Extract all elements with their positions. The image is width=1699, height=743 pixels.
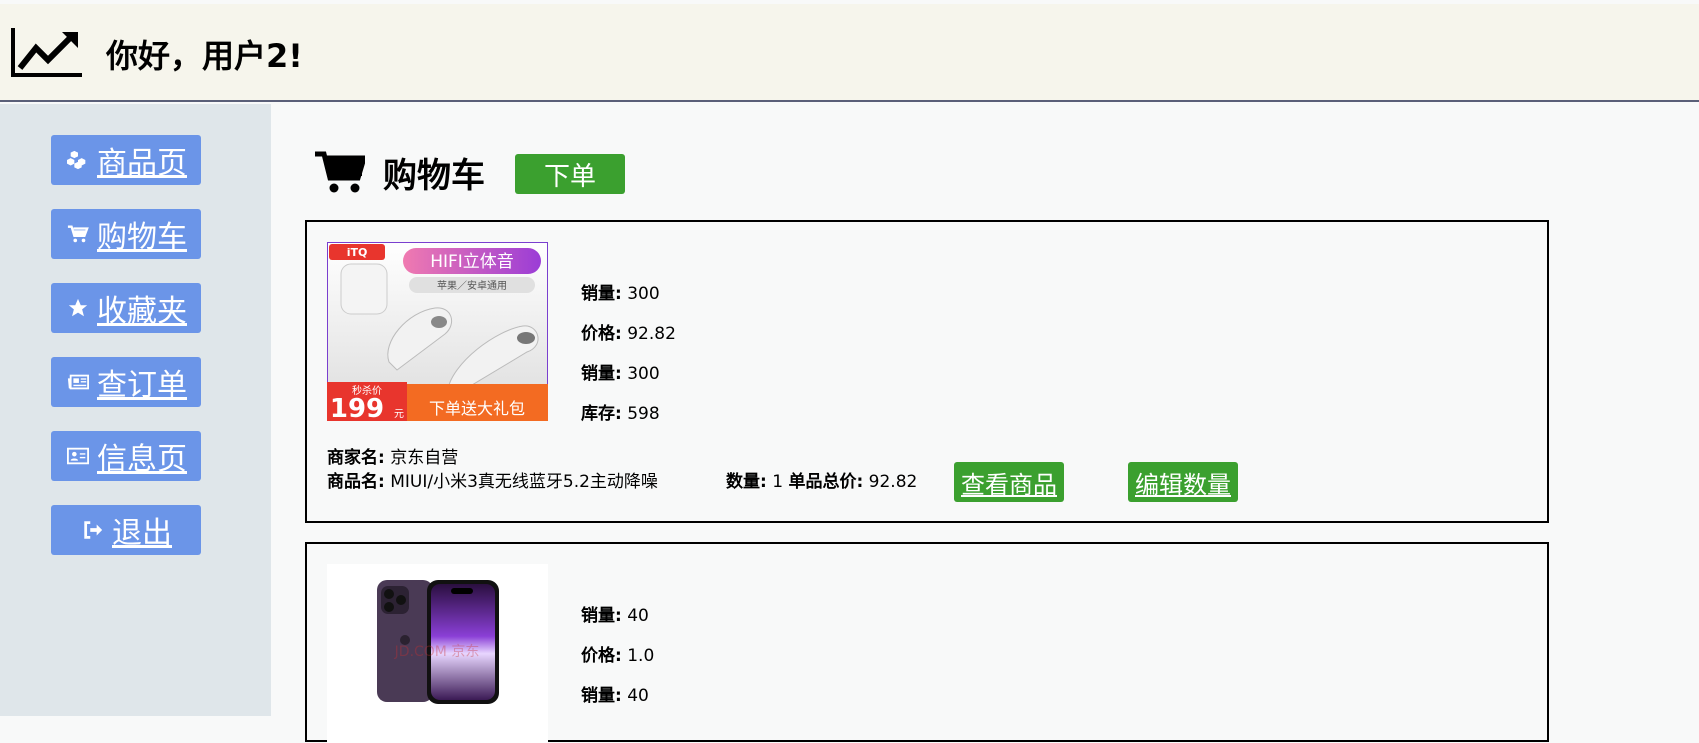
cart-item-card: iTQ HIFI立体音 苹果／安卓通用 秒杀价 199 元 下单送大礼包 销量:…	[305, 220, 1549, 523]
sales-row: 销量: 300	[581, 284, 660, 304]
top-header: 你好，用户2!	[0, 4, 1699, 102]
product-image[interactable]: iTQ HIFI立体音 苹果／安卓通用 秒杀价 199 元 下单送大礼包	[327, 242, 548, 421]
sales-row: 销量: 40	[581, 606, 649, 626]
sidebar-item-label: 购物车	[97, 220, 187, 255]
product-name-value: MIUI/小米3真无线蓝牙5.2主动降噪	[390, 472, 658, 492]
sidebar-item-logout[interactable]: 退出	[51, 505, 201, 555]
sidebar-item-orders[interactable]: 查订单	[51, 357, 201, 407]
cart-item-card: JD.COM 京东 销量: 40 价格: 1.0 销量: 40	[305, 542, 1549, 743]
quantity-value: 1	[772, 472, 784, 492]
trend-chart-icon	[11, 28, 82, 77]
sidebar-item-label: 退出	[112, 516, 172, 551]
place-order-button[interactable]: 下单	[515, 154, 625, 194]
cubes-icon	[65, 147, 91, 173]
image-sub-text: 苹果／安卓通用	[437, 279, 507, 292]
price-row: 价格: 1.0	[581, 646, 655, 666]
sales-row: 销量: 300	[581, 364, 660, 384]
product-name-row: 商品名: MIUI/小米3真无线蓝牙5.2主动降噪	[327, 472, 658, 492]
image-promo-text: 下单送大礼包	[429, 399, 525, 418]
sales-value: 300	[627, 284, 660, 304]
stock-row: 库存: 598	[581, 404, 660, 424]
product-stats: 销量: 300 价格: 92.82 销量: 300 库存: 598	[581, 284, 676, 444]
sales-value: 40	[627, 686, 649, 706]
subtotal-value: 92.82	[868, 472, 918, 492]
sidebar-item-cart[interactable]: 购物车	[51, 209, 201, 259]
view-product-button[interactable]: 查看商品	[954, 462, 1064, 502]
greeting-text: 你好，用户2!	[106, 37, 303, 75]
edit-quantity-button[interactable]: 编辑数量	[1128, 462, 1238, 502]
sidebar-item-label: 收藏夹	[97, 294, 187, 329]
product-image[interactable]: JD.COM 京东	[327, 564, 548, 743]
image-watermark-text: JD.COM 京东	[394, 644, 480, 660]
image-price-text: 199	[330, 394, 384, 421]
cart-icon	[65, 221, 91, 247]
sidebar-item-label: 信息页	[97, 442, 187, 477]
price-value: 92.82	[627, 324, 676, 344]
sidebar-item-label: 查订单	[97, 368, 187, 403]
sales-value: 40	[627, 606, 649, 626]
star-icon	[65, 295, 91, 321]
shop-name-value: 京东自营	[390, 448, 459, 468]
shop-name-row: 商家名: 京东自营	[327, 448, 459, 468]
price-value: 1.0	[627, 646, 655, 666]
sidebar-item-profile[interactable]: 信息页	[51, 431, 201, 481]
sales-value: 300	[627, 364, 660, 384]
image-brand-text: iTQ	[347, 246, 368, 259]
image-unit-text: 元	[394, 409, 404, 420]
price-row: 价格: 92.82	[581, 324, 676, 344]
newspaper-icon	[65, 369, 91, 395]
sidebar-item-products[interactable]: 商品页	[51, 135, 201, 185]
page-title: 购物车	[383, 155, 485, 196]
quantity-row: 数量: 1 单品总价: 92.82	[726, 472, 918, 492]
sidebar-item-favorites[interactable]: 收藏夹	[51, 283, 201, 333]
page-heading: 购物车	[315, 150, 485, 196]
sidebar: 商品页 购物车 收藏夹 查订单 信息页 退出	[0, 104, 271, 716]
shopping-cart-icon	[315, 151, 365, 193]
stock-value: 598	[627, 404, 660, 424]
id-card-icon	[65, 443, 91, 469]
sidebar-item-label: 商品页	[97, 146, 187, 181]
image-headline-text: HIFI立体音	[430, 252, 514, 272]
product-stats: 销量: 40 价格: 1.0 销量: 40	[581, 606, 654, 726]
sales-row: 销量: 40	[581, 686, 649, 706]
sign-out-icon	[80, 517, 106, 543]
